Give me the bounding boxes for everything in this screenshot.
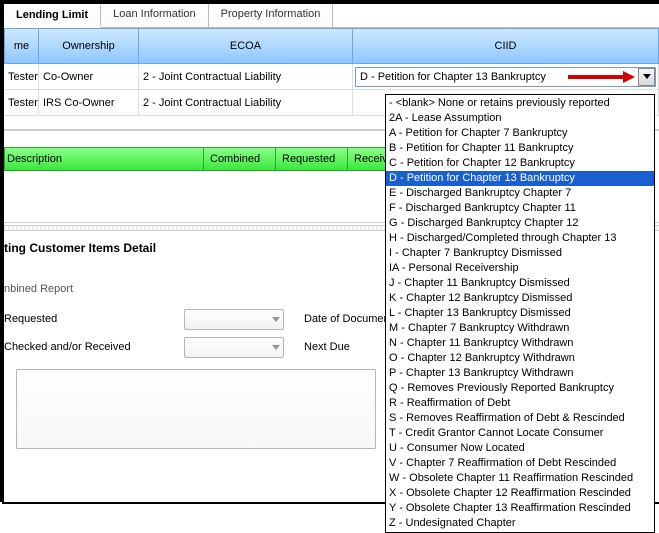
- ciid-option[interactable]: I - Chapter 7 Bankruptcy Dismissed: [386, 246, 654, 261]
- col-ownership-header[interactable]: Ownership: [39, 28, 139, 64]
- chevron-down-icon: [643, 74, 651, 79]
- cell-ownership[interactable]: Co-Owner: [39, 64, 139, 90]
- tab-loan-information[interactable]: Loan Information: [101, 4, 209, 27]
- ciid-option[interactable]: V - Chapter 7 Reaffirmation of Debt Resc…: [386, 456, 654, 471]
- col-received-header[interactable]: Receiv: [348, 147, 388, 171]
- chevron-down-icon: [272, 317, 280, 322]
- ciid-option[interactable]: G - Discharged Bankruptcy Chapter 12: [386, 216, 654, 231]
- ciid-option[interactable]: P - Chapter 13 Bankruptcy Withdrawn: [386, 366, 654, 381]
- ciid-select[interactable]: D - Petition for Chapter 13 Bankruptcy: [355, 67, 656, 87]
- ciid-option[interactable]: R - Reaffirmation of Debt: [386, 396, 654, 411]
- ciid-option[interactable]: C - Petition for Chapter 12 Bankruptcy: [386, 156, 654, 171]
- ciid-dropdown-list[interactable]: - <blank> None or retains previously rep…: [385, 94, 655, 533]
- ciid-option[interactable]: Q - Removes Previously Reported Bankrupt…: [386, 381, 654, 396]
- ciid-option[interactable]: K - Chapter 12 Bankruptcy Dismissed: [386, 291, 654, 306]
- ciid-option[interactable]: N - Chapter 11 Bankruptcy Withdrawn: [386, 336, 654, 351]
- checked-received-select[interactable]: [184, 337, 284, 358]
- ciid-option[interactable]: J - Chapter 11 Bankruptcy Dismissed: [386, 276, 654, 291]
- checked-received-label: Checked and/or Received: [4, 341, 184, 353]
- cell-ecoa[interactable]: 2 - Joint Contractual Liability: [139, 64, 353, 90]
- ciid-option[interactable]: - <blank> None or retains previously rep…: [386, 96, 654, 111]
- cell-name[interactable]: Tester: [4, 90, 39, 116]
- cell-name[interactable]: Tester: [4, 64, 39, 90]
- requested-label: Requested: [4, 313, 184, 325]
- ciid-option[interactable]: 2A - Lease Assumption: [386, 111, 654, 126]
- cell-ownership[interactable]: IRS Co-Owner: [39, 90, 139, 116]
- ciid-option[interactable]: S - Removes Reaffirmation of Debt & Resc…: [386, 411, 654, 426]
- col-requested-header[interactable]: Requested: [276, 147, 348, 171]
- cell-ecoa[interactable]: 2 - Joint Contractual Liability: [139, 90, 353, 116]
- ciid-option[interactable]: A - Petition for Chapter 7 Bankruptcy: [386, 126, 654, 141]
- ciid-option[interactable]: H - Discharged/Completed through Chapter…: [386, 231, 654, 246]
- tab-lending-limit[interactable]: Lending Limit: [4, 5, 101, 28]
- ciid-option[interactable]: E - Discharged Bankruptcy Chapter 7: [386, 186, 654, 201]
- ciid-option[interactable]: X - Obsolete Chapter 12 Reaffirmation Re…: [386, 486, 654, 501]
- ciid-option[interactable]: Z - Undesignated Chapter: [386, 516, 654, 531]
- annotation-red-arrow-icon: [568, 73, 638, 81]
- ciid-option[interactable]: Y - Obsolete Chapter 13 Reaffirmation Re…: [386, 501, 654, 516]
- ciid-option[interactable]: O - Chapter 12 Bankruptcy Withdrawn: [386, 351, 654, 366]
- ciid-option[interactable]: L - Chapter 13 Bankruptcy Dismissed: [386, 306, 654, 321]
- ciid-option[interactable]: F - Discharged Bankruptcy Chapter 11: [386, 201, 654, 216]
- detail-text-area[interactable]: [16, 369, 376, 449]
- col-combined-header[interactable]: Combined: [204, 147, 276, 171]
- chevron-down-icon: [272, 345, 280, 350]
- col-description-header[interactable]: Description: [4, 147, 204, 171]
- ciid-option[interactable]: M - Chapter 7 Bankruptcy Withdrawn: [386, 321, 654, 336]
- ciid-option[interactable]: B - Petition for Chapter 11 Bankruptcy: [386, 141, 654, 156]
- ciid-option[interactable]: IA - Personal Receivership: [386, 261, 654, 276]
- ciid-option[interactable]: D - Petition for Chapter 13 Bankruptcy: [386, 171, 654, 186]
- col-name-header[interactable]: me: [4, 28, 39, 64]
- table-row[interactable]: Tester Co-Owner 2 - Joint Contractual Li…: [4, 64, 659, 90]
- ciid-dropdown-button[interactable]: [638, 68, 655, 86]
- tab-property-information[interactable]: Property Information: [209, 4, 334, 27]
- col-ecoa-header[interactable]: ECOA: [139, 28, 353, 64]
- cell-ciid[interactable]: D - Petition for Chapter 13 Bankruptcy: [353, 64, 659, 90]
- tab-bar: Lending Limit Loan Information Property …: [4, 4, 659, 28]
- requested-select[interactable]: [184, 309, 284, 330]
- ciid-option[interactable]: T - Credit Grantor Cannot Locate Consume…: [386, 426, 654, 441]
- col-ciid-header[interactable]: CIID: [353, 28, 659, 64]
- ciid-select-value: D - Petition for Chapter 13 Bankruptcy: [360, 71, 546, 83]
- ciid-option[interactable]: W - Obsolete Chapter 11 Reaffirmation Re…: [386, 471, 654, 486]
- ciid-option[interactable]: U - Consumer Now Located: [386, 441, 654, 456]
